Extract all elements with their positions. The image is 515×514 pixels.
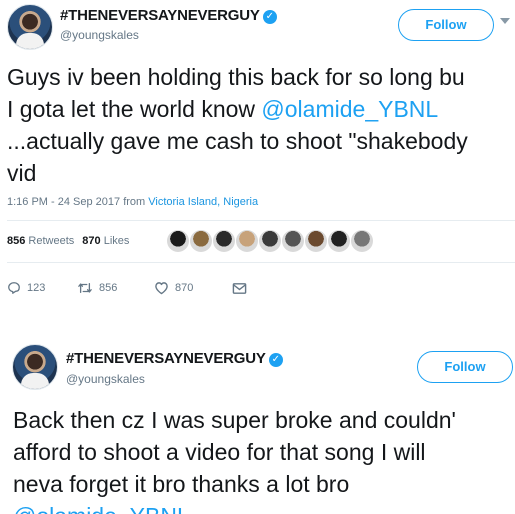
- tweet-text-line: neva forget it bro thanks a lot bro: [13, 471, 350, 497]
- reply-icon: [8, 282, 20, 294]
- retweet-icon: [78, 283, 92, 294]
- user-handle[interactable]: @youngskales: [60, 28, 139, 42]
- tweet-card: #THENEVERSAYNEVERGUY ✓ @youngskales Follo…: [0, 0, 515, 320]
- heart-icon: [155, 282, 168, 295]
- liker-avatar[interactable]: [167, 230, 189, 252]
- liker-avatar[interactable]: [190, 230, 212, 252]
- tweet-text-line: Back then cz I was super broke and could…: [13, 407, 456, 433]
- retweet-button[interactable]: 856: [77, 278, 117, 298]
- chevron-down-icon[interactable]: [500, 18, 510, 24]
- divider: [7, 220, 515, 221]
- liker-avatar[interactable]: [236, 230, 258, 252]
- liker-avatar[interactable]: [305, 230, 327, 252]
- tweet-text-line: Guys iv been holding this back for so lo…: [7, 64, 465, 90]
- divider: [7, 262, 515, 263]
- like-count: 870: [175, 282, 194, 295]
- direct-message-button[interactable]: [232, 278, 247, 298]
- liker-avatars: [167, 230, 374, 254]
- tweet-screenshot: #THENEVERSAYNEVERGUY ✓ @youngskales Follo…: [0, 0, 515, 514]
- retweet-count: 856: [99, 282, 118, 295]
- envelope-icon: [232, 282, 247, 294]
- display-name[interactable]: #THENEVERSAYNEVERGUY ✓: [60, 7, 277, 24]
- tweet-timestamp: 1:16 PM - 24 Sep 2017 from Victoria Isla…: [7, 196, 258, 208]
- liker-avatar[interactable]: [351, 230, 373, 252]
- tweet-text-line: @olamide_YBNL: [13, 500, 456, 514]
- user-handle[interactable]: @youngskales: [66, 372, 145, 386]
- liker-avatar[interactable]: [282, 230, 304, 252]
- reply-count: 123: [27, 282, 46, 295]
- avatar[interactable]: [7, 4, 53, 50]
- engagement-stats: 856 Retweets 870 Likes: [7, 235, 129, 247]
- mention-link[interactable]: @olamide_YBNL: [13, 503, 190, 514]
- verified-badge-icon: ✓: [262, 10, 277, 24]
- like-button[interactable]: 870: [154, 278, 193, 298]
- avatar[interactable]: [12, 344, 58, 390]
- retweets-stat[interactable]: 856 Retweets: [7, 235, 74, 247]
- liker-avatar[interactable]: [213, 230, 235, 252]
- mention-link[interactable]: @olamide_YBNL: [261, 96, 438, 122]
- reply-button[interactable]: 123: [7, 278, 45, 298]
- display-name[interactable]: #THENEVERSAYNEVERGUY ✓: [66, 350, 283, 367]
- timestamp-text[interactable]: 1:16 PM - 24 Sep 2017 from: [7, 196, 148, 208]
- tweet-text-line: ...actually gave me cash to shoot "shake…: [7, 128, 468, 154]
- verified-badge-icon: ✓: [268, 353, 283, 367]
- tweet-text-line: I gota let the world know @olamide_YBNL: [7, 96, 439, 122]
- location-link[interactable]: Victoria Island, Nigeria: [148, 196, 258, 208]
- tweet-text: Guys iv been holding this back for so lo…: [7, 61, 468, 189]
- follow-button[interactable]: Follow: [417, 351, 513, 383]
- tweet-text: Back then cz I was super broke and could…: [13, 404, 456, 514]
- tweet-text-line: vid: [7, 160, 37, 186]
- likes-stat[interactable]: 870 Likes: [82, 235, 129, 247]
- tweet-card: #THENEVERSAYNEVERGUY ✓ @youngskales Follo…: [0, 336, 515, 514]
- liker-avatar[interactable]: [259, 230, 281, 252]
- liker-avatar[interactable]: [328, 230, 350, 252]
- tweet-text-line: afford to shoot a video for that song I …: [13, 439, 426, 465]
- follow-button[interactable]: Follow: [398, 9, 494, 41]
